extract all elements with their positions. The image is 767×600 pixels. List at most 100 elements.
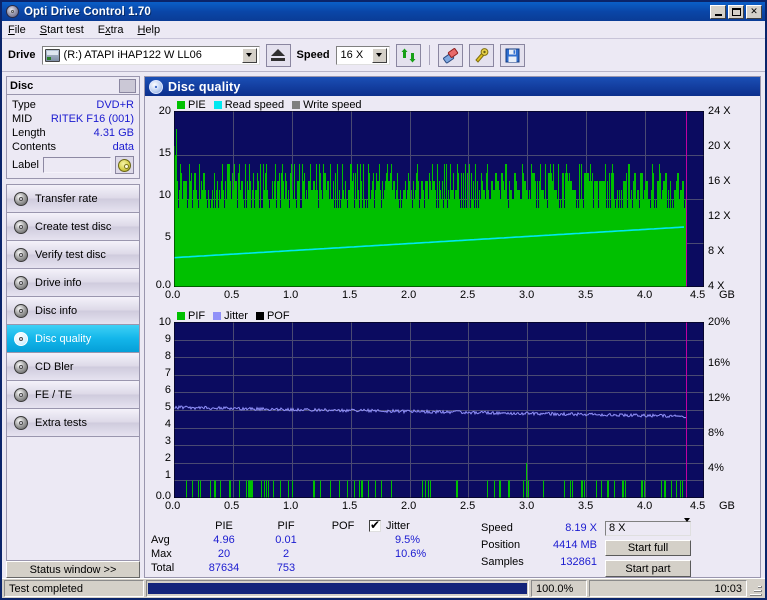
sidebar-item-label: CD Bler xyxy=(35,360,74,373)
content-header: Disc quality xyxy=(145,77,760,96)
save-button[interactable] xyxy=(499,43,525,67)
close-button[interactable]: ✕ xyxy=(746,4,762,19)
jitter-checkbox[interactable] xyxy=(369,518,381,532)
y-tick: 6 xyxy=(164,384,171,396)
start-part-button[interactable]: Start part xyxy=(605,560,691,577)
pif-chart-plot xyxy=(174,322,704,498)
menu-item-start-test[interactable]: Start test xyxy=(40,24,84,36)
x-tick: 3.0 xyxy=(519,289,535,301)
x-tick: 1.0 xyxy=(283,289,299,301)
app-disc-icon xyxy=(5,4,20,19)
legend-swatch-pif xyxy=(177,311,185,320)
stats-total-jitter xyxy=(369,562,481,574)
drive-value: (R:) ATAPI iHAP122 W LL06 xyxy=(63,49,202,61)
pie-chart-y-axis-left: 20 15 10 5 0.0 xyxy=(147,105,173,291)
disc-info-panel: Type DVD+R MID RITEK F16 (001) Length 4.… xyxy=(6,94,140,179)
clear-button[interactable] xyxy=(437,43,463,67)
nav-list: Transfer rate Create test disc Verify te… xyxy=(6,184,140,437)
legend-swatch-write-speed xyxy=(292,100,301,109)
disc-icon xyxy=(14,303,28,318)
x-tick: 4.5 xyxy=(690,289,706,301)
menu-item-help[interactable]: Help xyxy=(137,24,160,36)
y-tick-right: 8 X xyxy=(708,245,725,257)
stats-header-jitter: Jitter xyxy=(386,520,410,532)
result-samples-label: Samples xyxy=(481,556,524,568)
start-full-button[interactable]: Start full xyxy=(605,539,691,557)
test-controls: 8 X Start full Start part xyxy=(605,518,691,577)
cd-icon xyxy=(118,158,131,172)
eject-button[interactable] xyxy=(265,43,291,67)
stats-row-max-label: Max xyxy=(151,548,172,560)
menu-bar: File Start test Extra Help xyxy=(2,21,765,39)
disc-label-input[interactable] xyxy=(42,157,111,173)
pif-chart-y-axis-right: 20% 16% 12% 8% 4% xyxy=(708,316,748,498)
test-speed-select[interactable]: 8 X xyxy=(605,518,691,536)
read-label-button[interactable] xyxy=(115,156,134,174)
x-tick: 3.5 xyxy=(578,500,594,512)
disc-row-key: MID xyxy=(12,113,33,125)
refresh-button[interactable] xyxy=(395,43,421,67)
menu-item-extra[interactable]: Extra xyxy=(98,24,124,36)
x-tick: 1.0 xyxy=(283,500,299,512)
sidebar-item-create-test-disc[interactable]: Create test disc xyxy=(7,213,139,241)
y-tick-right: 12 X xyxy=(708,210,731,222)
menu-item-file[interactable]: File xyxy=(8,24,26,36)
sidebar-item-label: Drive info xyxy=(35,276,82,289)
y-tick: 9 xyxy=(164,333,171,345)
pif-chart[interactable]: 10 9 8 7 6 5 4 3 2 1 0.0 20% 16% 12% 8% … xyxy=(147,316,758,518)
toolbar: Drive (R:) ATAPI iHAP122 W LL06 Speed 16… xyxy=(2,39,765,72)
status-window-button[interactable]: Status window >> xyxy=(6,561,140,578)
stats-header-jitter-group: Jitter xyxy=(369,518,481,532)
y-tick: 1 xyxy=(164,469,171,481)
legend-label-write-speed: Write speed xyxy=(303,98,362,111)
disc-icon xyxy=(149,79,163,94)
sidebar-item-extra-tests[interactable]: Extra tests xyxy=(7,409,139,437)
chevron-down-icon[interactable] xyxy=(684,518,690,535)
x-tick: 4.0 xyxy=(637,500,653,512)
sidebar-item-disc-quality[interactable]: Disc quality xyxy=(7,325,139,353)
disc-row-contents: Contents data xyxy=(12,140,134,154)
drive-select[interactable]: (R:) ATAPI iHAP122 W LL06 xyxy=(41,45,260,65)
stats-header-pie: PIE xyxy=(215,520,233,532)
pie-chart[interactable]: 20 15 10 5 0.0 24 X 20 X 16 X 12 X 8 X 4… xyxy=(147,105,758,307)
disc-row-value: 4.31 GB xyxy=(93,127,134,139)
sidebar-item-disc-info[interactable]: Disc info xyxy=(7,297,139,325)
sidebar-filler xyxy=(6,437,140,561)
x-unit: GB xyxy=(719,500,735,512)
y-tick-right: 24 X xyxy=(708,105,731,117)
disc-icon xyxy=(14,247,28,262)
chevron-down-icon[interactable] xyxy=(241,47,257,63)
sidebar-item-cd-bler[interactable]: CD Bler xyxy=(7,353,139,381)
stats-corner xyxy=(151,520,193,532)
maximize-button[interactable] xyxy=(728,4,744,19)
disc-icon xyxy=(14,191,28,206)
sidebar-item-fe-te[interactable]: FE / TE xyxy=(7,381,139,409)
results-values: Speed 8.19 X Position 4414 MB Samples 13… xyxy=(481,520,597,577)
sidebar-item-transfer-rate[interactable]: Transfer rate xyxy=(7,185,139,213)
chevron-down-icon[interactable] xyxy=(371,47,387,63)
pie-chart-plot xyxy=(174,111,704,287)
stats-row-avg-label: Avg xyxy=(151,534,170,546)
stats-total-pof xyxy=(317,562,369,574)
legend-read-speed: Read speed xyxy=(213,98,285,111)
y-tick: 20 xyxy=(158,105,171,117)
pie-chart-container: PIE Read speed Write speed 20 15 10 5 0.… xyxy=(145,96,760,307)
stats-header-pif: PIF xyxy=(277,520,295,532)
resize-grip[interactable] xyxy=(749,582,763,596)
disc-row-value: RITEK F16 (001) xyxy=(50,113,134,125)
disc-panel-button[interactable] xyxy=(119,78,136,93)
legend-label-read-speed: Read speed xyxy=(224,98,285,111)
speed-select[interactable]: 16 X xyxy=(335,45,390,65)
status-message: Test completed xyxy=(4,580,144,597)
sidebar-item-label: Disc info xyxy=(35,304,78,317)
y-tick: 5 xyxy=(164,231,171,243)
minimize-button[interactable] xyxy=(710,4,726,19)
sidebar-item-drive-info[interactable]: Drive info xyxy=(7,269,139,297)
statistics-area: PIE PIF POF Jitter Avg 4.96 0.01 9.5% Ma… xyxy=(145,518,760,577)
sidebar-item-label: FE / TE xyxy=(35,388,73,401)
content-panel: Disc quality PIE Read speed Write speed xyxy=(144,76,761,578)
tools-button[interactable] xyxy=(468,43,494,67)
legend-label-jitter: Jitter xyxy=(224,309,248,322)
elapsed-time: 10:03 xyxy=(589,580,747,597)
sidebar-item-verify-test-disc[interactable]: Verify test disc xyxy=(7,241,139,269)
